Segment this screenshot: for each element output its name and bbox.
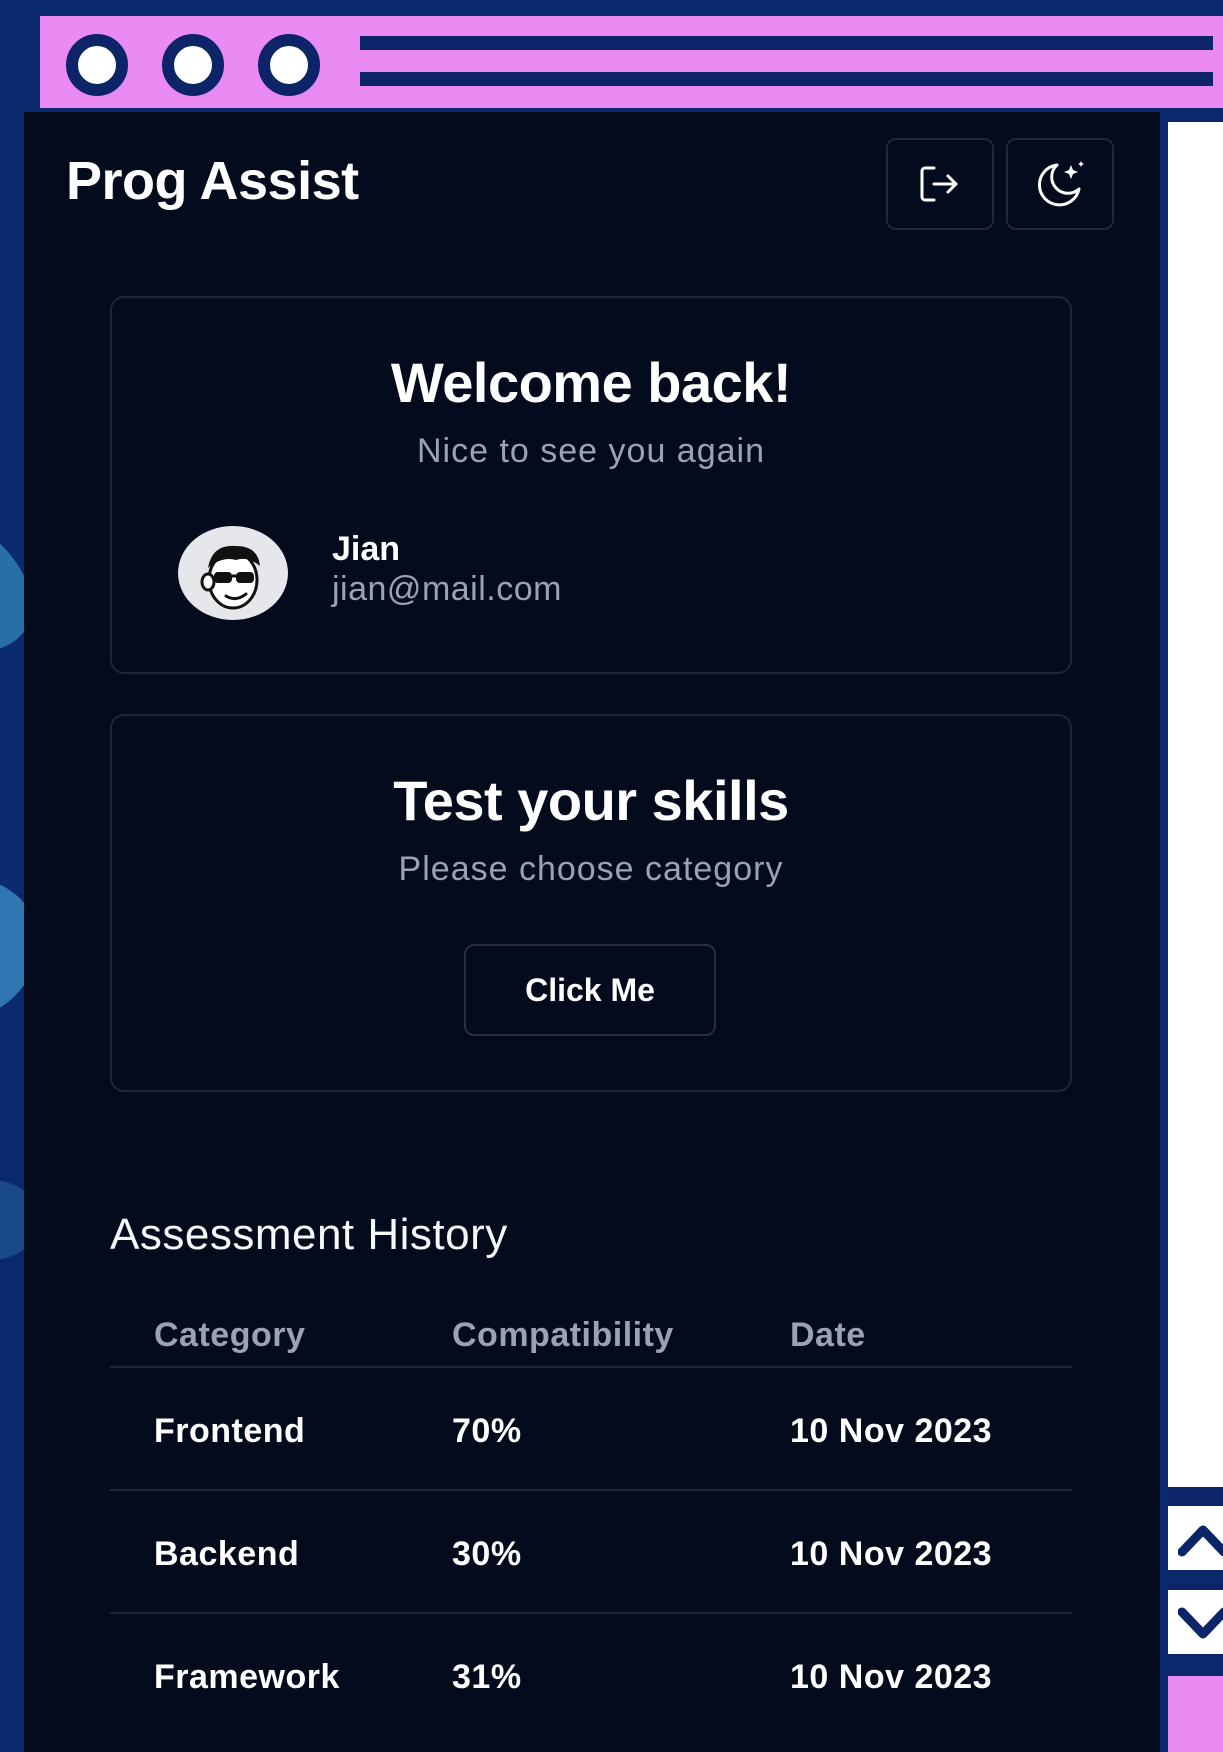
user-name: Jian <box>332 530 401 568</box>
side-footer <box>1168 1676 1223 1752</box>
app-title: Prog Assist <box>66 151 359 211</box>
logout-icon <box>920 166 958 202</box>
skills-subtitle: Please choose category <box>398 850 784 888</box>
scroll-down-button[interactable] <box>1168 1584 1223 1654</box>
user-email: jian@mail.com <box>332 570 562 608</box>
cell-compatibility: 70% <box>452 1412 522 1450</box>
cell-compatibility: 30% <box>452 1535 522 1573</box>
cell-category: Backend <box>154 1535 300 1573</box>
window-titlebar <box>40 16 1223 108</box>
skills-card: Test your skills Please choose category … <box>110 714 1072 1092</box>
column-header-compatibility[interactable]: Compatibility <box>452 1316 674 1355</box>
window-control-dot[interactable] <box>66 34 128 96</box>
cell-compatibility: 31% <box>452 1658 522 1696</box>
welcome-card: Welcome back! Nice to see you again Jian… <box>110 296 1072 674</box>
avatar <box>178 526 288 620</box>
click-me-button[interactable]: Click Me <box>464 944 716 1036</box>
table-row[interactable]: Framework 31% 10 Nov 2023 <box>110 1614 1072 1737</box>
theme-toggle-button[interactable] <box>1006 138 1114 230</box>
cell-category: Framework <box>154 1658 340 1696</box>
titlebar-line <box>360 72 1213 86</box>
column-header-category[interactable]: Category <box>154 1316 305 1355</box>
app-panel: Prog Assist Welcome back! Nice to see yo… <box>24 112 1160 1752</box>
skills-title: Test your skills <box>393 769 789 832</box>
moon-stars-icon <box>1037 161 1084 207</box>
table-row[interactable]: Backend 30% 10 Nov 2023 <box>110 1491 1072 1614</box>
window-control-dot[interactable] <box>162 34 224 96</box>
chevron-down-icon <box>1178 1607 1223 1639</box>
history-table: Category Compatibility Date Frontend 70%… <box>110 1302 1072 1737</box>
cell-date: 10 Nov 2023 <box>790 1412 993 1450</box>
welcome-subtitle: Nice to see you again <box>417 432 765 470</box>
cell-date: 10 Nov 2023 <box>790 1535 993 1573</box>
scroll-up-button[interactable] <box>1168 1500 1223 1570</box>
window-control-dot[interactable] <box>258 34 320 96</box>
welcome-title: Welcome back! <box>390 351 792 414</box>
table-header: Category Compatibility Date <box>110 1302 1072 1368</box>
cell-date: 10 Nov 2023 <box>790 1658 993 1696</box>
table-row[interactable]: Frontend 70% 10 Nov 2023 <box>110 1368 1072 1491</box>
side-panel <box>1168 122 1223 1487</box>
chevron-up-icon <box>1178 1525 1223 1557</box>
column-header-date[interactable]: Date <box>790 1316 866 1355</box>
cell-category: Frontend <box>154 1412 306 1450</box>
history-title: Assessment History <box>110 1210 508 1259</box>
avatar-face-icon <box>200 545 260 610</box>
titlebar-line <box>360 36 1213 50</box>
logout-button[interactable] <box>886 138 994 230</box>
